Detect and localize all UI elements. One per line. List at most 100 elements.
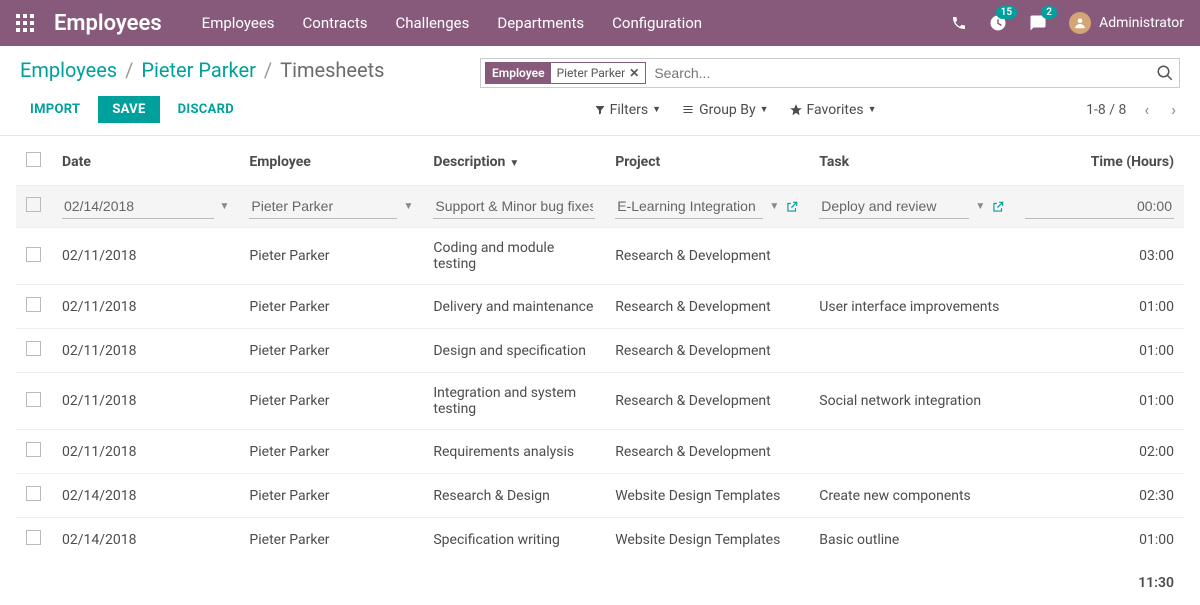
phone-icon[interactable] [951, 15, 967, 31]
cell-description: Design and specification [423, 329, 605, 373]
search-icon[interactable] [1156, 64, 1174, 82]
timesheet-table: Date Employee Description▼ Project Task … [16, 136, 1184, 605]
breadcrumb-parent[interactable]: Pieter Parker [141, 58, 255, 82]
search-box[interactable]: Employee Pieter Parker ✕ [480, 58, 1180, 88]
select-all-checkbox[interactable] [26, 152, 41, 167]
search-chip-value: Pieter Parker [557, 66, 626, 80]
table-row[interactable]: 02/11/2018Pieter ParkerRequirements anal… [16, 430, 1184, 474]
filters-dropdown[interactable]: Filters ▼ [594, 102, 661, 118]
row-checkbox[interactable] [26, 341, 41, 356]
cell-task [809, 329, 1015, 373]
time-total: 11:30 [1015, 561, 1184, 605]
filter-controls: Filters ▼ Group By ▼ Favorites ▼ [454, 102, 877, 118]
col-project[interactable]: Project [605, 136, 809, 186]
avatar-icon [1069, 12, 1091, 34]
import-button[interactable]: IMPORT [20, 96, 90, 123]
task-input[interactable] [819, 194, 969, 219]
cell-date: 02/11/2018 [52, 285, 239, 329]
cell-date: 02/11/2018 [52, 430, 239, 474]
table-row[interactable]: 02/11/2018Pieter ParkerIntegration and s… [16, 373, 1184, 430]
date-input[interactable] [62, 194, 214, 219]
chevron-down-icon[interactable]: ▼ [769, 201, 779, 212]
subheader: Employees / Pieter Parker / Timesheets E… [0, 46, 1200, 88]
chevron-down-icon: ▼ [760, 104, 769, 115]
cell-description: Integration and system testing [423, 373, 605, 430]
row-checkbox[interactable] [26, 486, 41, 501]
activity-icon[interactable]: 15 [989, 14, 1007, 32]
nav-item-configuration[interactable]: Configuration [612, 14, 702, 32]
app-title: Employees [54, 11, 162, 36]
apps-icon[interactable] [16, 14, 34, 32]
cell-description: Requirements analysis [423, 430, 605, 474]
nav-item-employees[interactable]: Employees [202, 14, 275, 32]
chevron-down-icon[interactable]: ▼ [220, 201, 230, 212]
description-input[interactable] [433, 194, 595, 219]
user-menu[interactable]: Administrator [1069, 12, 1184, 34]
cell-project: Research & Development [605, 285, 809, 329]
actionbar: IMPORT SAVE DISCARD Filters ▼ Group By ▼… [0, 88, 1200, 136]
employee-input[interactable] [249, 194, 397, 219]
topbar-right: 15 2 Administrator [951, 12, 1184, 34]
col-date[interactable]: Date [52, 136, 239, 186]
col-task[interactable]: Task [809, 136, 1015, 186]
external-link-icon[interactable] [785, 200, 799, 214]
cell-task: Create new components [809, 474, 1015, 518]
cell-project: Website Design Templates [605, 518, 809, 562]
cell-task: Basic outline [809, 518, 1015, 562]
cell-task: Social network integration [809, 373, 1015, 430]
activity-badge: 15 [996, 6, 1017, 19]
breadcrumb-root[interactable]: Employees [20, 58, 117, 82]
breadcrumb: Employees / Pieter Parker / Timesheets [20, 58, 385, 82]
nav-item-contracts[interactable]: Contracts [303, 14, 368, 32]
breadcrumb-sep: / [125, 58, 133, 82]
cell-date: 02/11/2018 [52, 373, 239, 430]
messages-badge: 2 [1041, 6, 1057, 19]
cell-task: User interface improvements [809, 285, 1015, 329]
col-employee[interactable]: Employee [239, 136, 423, 186]
cell-project: Website Design Templates [605, 474, 809, 518]
table-row[interactable]: 02/11/2018Pieter ParkerCoding and module… [16, 228, 1184, 285]
row-checkbox[interactable] [26, 247, 41, 262]
discard-button[interactable]: DISCARD [168, 96, 244, 123]
external-link-icon[interactable] [991, 200, 1005, 214]
time-input[interactable] [1025, 194, 1174, 219]
star-icon [789, 103, 803, 117]
chevron-down-icon[interactable]: ▼ [403, 201, 413, 212]
col-description[interactable]: Description▼ [423, 136, 605, 186]
row-checkbox[interactable] [26, 392, 41, 407]
table-row[interactable]: 02/11/2018Pieter ParkerDesign and specif… [16, 329, 1184, 373]
chevron-down-icon[interactable]: ▼ [975, 201, 985, 212]
search-input[interactable] [646, 65, 1175, 81]
cell-time: 03:00 [1015, 228, 1184, 285]
row-checkbox[interactable] [26, 530, 41, 545]
breadcrumb-current: Timesheets [280, 58, 384, 82]
save-button[interactable]: SAVE [98, 96, 159, 123]
cell-employee: Pieter Parker [239, 329, 423, 373]
nav-item-challenges[interactable]: Challenges [396, 14, 470, 32]
pager-next-icon[interactable]: › [1167, 100, 1180, 119]
cell-date: 02/14/2018 [52, 518, 239, 562]
messages-icon[interactable]: 2 [1029, 14, 1047, 32]
cell-employee: Pieter Parker [239, 474, 423, 518]
list-icon [681, 104, 695, 116]
search-chip-close-icon[interactable]: ✕ [629, 66, 639, 80]
search-chip-label: Employee [486, 63, 551, 83]
table-row[interactable]: 02/14/2018Pieter ParkerResearch & Design… [16, 474, 1184, 518]
table-row[interactable]: 02/14/2018Pieter ParkerSpecification wri… [16, 518, 1184, 562]
row-checkbox[interactable] [26, 197, 41, 212]
sort-desc-icon: ▼ [509, 158, 519, 169]
nav-item-departments[interactable]: Departments [497, 14, 584, 32]
row-checkbox[interactable] [26, 297, 41, 312]
cell-employee: Pieter Parker [239, 430, 423, 474]
topbar: Employees Employees Contracts Challenges… [0, 0, 1200, 46]
nav-menu: Employees Contracts Challenges Departmen… [202, 14, 702, 32]
cell-project: Research & Development [605, 228, 809, 285]
row-checkbox[interactable] [26, 442, 41, 457]
favorites-dropdown[interactable]: Favorites ▼ [789, 102, 877, 118]
pager-prev-icon[interactable]: ‹ [1140, 100, 1153, 119]
cell-time: 01:00 [1015, 329, 1184, 373]
groupby-dropdown[interactable]: Group By ▼ [681, 102, 768, 118]
project-input[interactable] [615, 194, 763, 219]
table-row[interactable]: 02/11/2018Pieter ParkerDelivery and main… [16, 285, 1184, 329]
col-time[interactable]: Time (Hours) [1015, 136, 1184, 186]
